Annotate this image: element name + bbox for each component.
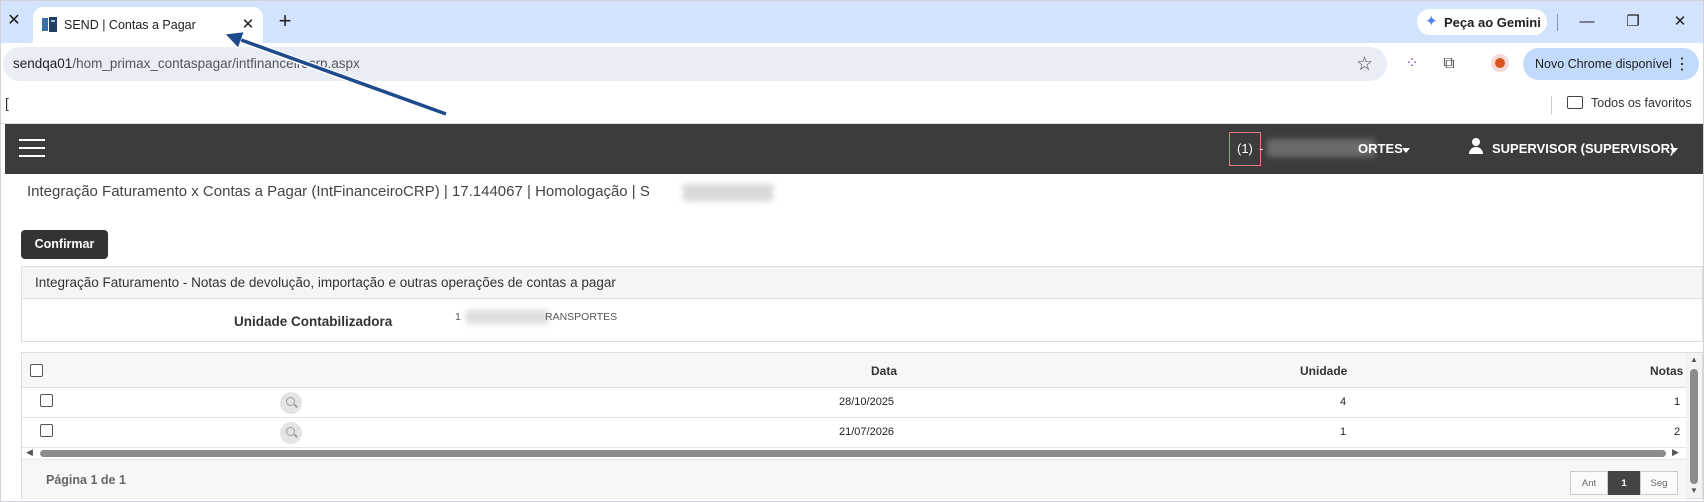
panel-header: Integração Faturamento - Notas de devolu… <box>22 267 1702 299</box>
vertical-scrollbar[interactable]: ▲ ▼ <box>1686 353 1702 498</box>
gemini-button[interactable]: ✦ Peça ao Gemini <box>1417 9 1547 35</box>
browser-tab[interactable]: SEND | Contas a Pagar ✕ <box>33 7 263 43</box>
all-bookmarks-link[interactable]: Todos os favoritos <box>1591 96 1692 110</box>
column-header-notas[interactable]: Notas <box>1650 364 1683 378</box>
column-header-unidade[interactable]: Unidade <box>1300 364 1347 378</box>
window-controls-divider <box>1557 14 1558 31</box>
horizontal-scrollbar[interactable]: ◀ ▶ <box>22 447 1686 459</box>
new-tab-button[interactable]: + <box>275 10 295 32</box>
cell-data: 21/07/2026 <box>839 426 895 438</box>
tab-close-icon[interactable]: ✕ <box>239 16 257 34</box>
row-checkbox[interactable] <box>40 394 53 407</box>
tab-strip: ✕ SEND | Contas a Pagar ✕ + ✦ Peça ao Ge… <box>1 1 1703 43</box>
restore-icon[interactable]: ❐ <box>1621 11 1645 33</box>
profile-avatar-icon[interactable] <box>1489 53 1511 75</box>
site-favicon-icon <box>42 17 57 32</box>
table-row[interactable]: 21/07/2026 1 2 <box>22 417 1686 448</box>
prev-page-button[interactable]: Ant <box>1570 471 1608 495</box>
page-title: Integração Faturamento x Contas a Pagar … <box>27 183 650 200</box>
column-header-data[interactable]: Data <box>871 364 897 378</box>
row-checkbox[interactable] <box>40 424 53 437</box>
scrollbar-thumb[interactable] <box>40 450 1666 457</box>
app-header: (1) - ORTES SUPERVISOR (SUPERVISOR) <box>5 124 1703 174</box>
scroll-right-icon[interactable]: ▶ <box>1672 447 1679 458</box>
company-number[interactable]: (1) <box>1237 141 1253 156</box>
gemini-label: Peça ao Gemini <box>1444 15 1541 30</box>
page-1-button[interactable]: 1 <box>1608 471 1640 495</box>
gemini-icon: ✦ <box>1425 13 1438 30</box>
cell-unidade: 1 <box>1340 426 1347 438</box>
window-close-icon[interactable]: ✕ <box>1668 11 1692 33</box>
field-label: Unidade Contabilizadora <box>234 314 393 329</box>
close-icon[interactable]: ✕ <box>5 12 23 30</box>
field-value-suffix: RANSPORTES <box>545 311 618 323</box>
user-menu[interactable]: SUPERVISOR (SUPERVISOR) <box>1492 141 1674 156</box>
scrollbar-thumb[interactable] <box>1690 369 1698 484</box>
user-icon <box>1469 138 1483 156</box>
extensions-icon[interactable]: ⧉ <box>1438 53 1460 75</box>
chevron-down-icon[interactable] <box>1402 148 1410 153</box>
field-value-prefix: 1 <box>455 311 461 323</box>
browser-toolbar: sendqa01/hom_primax_contaspagar/intfinan… <box>1 43 1703 87</box>
search-icon[interactable] <box>280 422 302 444</box>
page-info: Página 1 de 1 <box>46 473 126 487</box>
panel-title: Integração Faturamento - Notas de devolu… <box>35 275 616 290</box>
company-selector[interactable]: ORTES <box>1358 141 1403 156</box>
pagination-bar: Página 1 de 1 Ant 1 Seg <box>22 459 1686 500</box>
bookmarks-divider <box>1551 96 1552 114</box>
next-page-button[interactable]: Seg <box>1640 471 1678 495</box>
chrome-update-button[interactable]: Novo Chrome disponível ⋮ <box>1523 48 1699 80</box>
minimize-icon[interactable]: — <box>1575 11 1599 33</box>
cell-unidade: 4 <box>1340 396 1347 408</box>
chevron-down-icon[interactable] <box>1670 148 1678 153</box>
redacted-field-value <box>466 310 548 324</box>
browser-window: ✕ SEND | Contas a Pagar ✕ + ✦ Peça ao Ge… <box>0 0 1704 502</box>
select-all-checkbox[interactable] <box>30 364 43 377</box>
google-lens-icon[interactable]: ⁘ <box>1401 53 1423 75</box>
company-dash: - <box>1259 141 1264 156</box>
redacted-title-text <box>683 184 773 201</box>
grid-header: Data Unidade Notas <box>22 353 1686 388</box>
bookmarks-bar: [ Todos os favoritos <box>1 87 1703 124</box>
data-grid: Data Unidade Notas 28/10/2025 4 1 21/07/… <box>21 352 1703 500</box>
hamburger-menu-icon[interactable] <box>19 139 45 159</box>
filter-panel: Integração Faturamento - Notas de devolu… <box>21 266 1703 342</box>
scroll-left-icon[interactable]: ◀ <box>26 447 33 458</box>
address-bar[interactable]: sendqa01/hom_primax_contaspagar/intfinan… <box>3 47 1387 81</box>
cell-notas: 1 <box>1674 396 1681 408</box>
bookmark-star-icon[interactable]: ☆ <box>1356 53 1373 76</box>
scroll-up-icon[interactable]: ▲ <box>1690 355 1698 364</box>
url-text[interactable]: sendqa01/hom_primax_contaspagar/intfinan… <box>13 56 360 71</box>
search-icon[interactable] <box>280 392 302 414</box>
bookmark-item[interactable]: [ <box>5 95 9 111</box>
confirm-button[interactable]: Confirmar <box>21 230 108 259</box>
url-host: sendqa01 <box>13 56 73 71</box>
more-menu-icon[interactable]: ⋮ <box>1674 54 1690 74</box>
folder-icon <box>1567 96 1583 109</box>
cell-notas: 2 <box>1674 426 1681 438</box>
table-row[interactable]: 28/10/2025 4 1 <box>22 387 1686 418</box>
url-path: /hom_primax_contaspagar/intfinanceirocrp… <box>72 56 360 71</box>
update-label: Novo Chrome disponível <box>1535 57 1672 71</box>
tab-title: SEND | Contas a Pagar <box>64 18 196 32</box>
scroll-down-icon[interactable]: ▼ <box>1690 486 1698 495</box>
cell-data: 28/10/2025 <box>839 396 895 408</box>
